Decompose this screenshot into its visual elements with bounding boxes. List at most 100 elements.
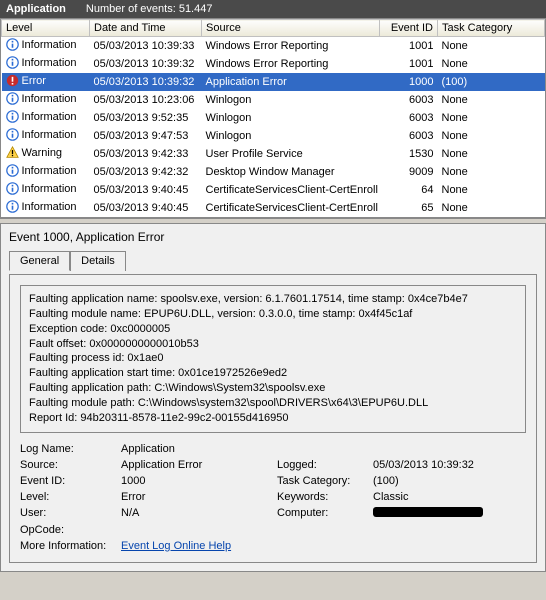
task-cell: None xyxy=(438,163,545,181)
col-level[interactable]: Level xyxy=(2,20,90,37)
event-log-online-help-link[interactable]: Event Log Online Help xyxy=(121,540,231,552)
date-cell: 05/03/2013 10:39:32 xyxy=(90,73,202,91)
date-cell: 05/03/2013 10:39:33 xyxy=(90,37,202,56)
source-value: Application Error xyxy=(121,459,271,471)
message-line: Faulting module path: C:\Windows\system3… xyxy=(29,396,517,411)
task-cell: None xyxy=(438,127,545,145)
message-line: Exception code: 0xc0000005 xyxy=(29,322,517,337)
level-label: Level: xyxy=(20,491,115,503)
event-list: Level Date and Time Source Event ID Task… xyxy=(0,18,546,218)
user-value: N/A xyxy=(121,507,271,520)
level-text: Information xyxy=(22,39,77,51)
error-icon xyxy=(6,74,19,87)
source-cell: Application Error xyxy=(202,73,380,91)
info-icon xyxy=(6,110,19,123)
table-row[interactable]: Error 05/03/2013 10:39:32Application Erro… xyxy=(2,73,545,91)
keywords-value: Classic xyxy=(373,491,526,503)
tab-details[interactable]: Details xyxy=(70,251,126,271)
level-text: Information xyxy=(22,129,77,141)
table-row[interactable]: Information 05/03/2013 10:23:06Winlogon60… xyxy=(2,91,545,109)
source-cell: CertificateServicesClient-CertEnroll xyxy=(202,181,380,199)
info-icon xyxy=(6,182,19,195)
detail-title: Event 1000, Application Error xyxy=(9,230,537,244)
table-row[interactable]: Information 05/03/2013 9:40:45Certificate… xyxy=(2,199,545,217)
eventid-cell: 6003 xyxy=(380,127,438,145)
date-cell: 05/03/2013 9:42:32 xyxy=(90,163,202,181)
logged-value: 05/03/2013 10:39:32 xyxy=(373,459,526,471)
date-cell: 05/03/2013 10:39:32 xyxy=(90,55,202,73)
col-task[interactable]: Task Category xyxy=(438,20,545,37)
tabs: General Details xyxy=(9,250,537,270)
source-cell: Winlogon xyxy=(202,109,380,127)
source-cell: CertificateServicesClient-CertEnroll xyxy=(202,199,380,217)
logged-label: Logged: xyxy=(277,459,367,471)
task-cell: (100) xyxy=(438,73,545,91)
table-row[interactable]: Information 05/03/2013 9:47:53Winlogon600… xyxy=(2,127,545,145)
info-icon xyxy=(6,200,19,213)
level-text: Information xyxy=(22,57,77,69)
log-header: Application Number of events: 51.447 xyxy=(0,0,546,18)
eventid-cell: 6003 xyxy=(380,109,438,127)
info-icon xyxy=(6,56,19,69)
task-cell: None xyxy=(438,199,545,217)
level-text: Information xyxy=(22,93,77,105)
table-row[interactable]: Information05/03/2013 9:40:45Certificate… xyxy=(2,181,545,199)
warning-icon xyxy=(6,146,19,159)
eventid-cell: 6003 xyxy=(380,91,438,109)
level-text: Error xyxy=(22,75,46,87)
source-cell: Winlogon xyxy=(202,127,380,145)
logname-value: Application xyxy=(121,443,271,455)
col-source[interactable]: Source xyxy=(202,20,380,37)
eventid-cell: 1001 xyxy=(380,37,438,56)
computer-value xyxy=(373,507,526,520)
date-cell: 05/03/2013 9:42:33 xyxy=(90,145,202,163)
source-cell: Desktop Window Manager xyxy=(202,163,380,181)
date-cell: 05/03/2013 9:47:53 xyxy=(90,127,202,145)
table-row[interactable]: Information 05/03/2013 9:52:35Winlogon600… xyxy=(2,109,545,127)
source-cell: Windows Error Reporting xyxy=(202,37,380,56)
tab-body-general: Faulting application name: spoolsv.exe, … xyxy=(9,274,537,563)
detail-pane: Event 1000, Application Error General De… xyxy=(0,224,546,572)
info-icon xyxy=(6,128,19,141)
source-cell: Winlogon xyxy=(202,91,380,109)
task-cell: None xyxy=(438,181,545,199)
message-line: Fault offset: 0x0000000000010b53 xyxy=(29,337,517,352)
level-text: Information xyxy=(22,111,77,123)
table-row[interactable]: Information 05/03/2013 9:42:32Desktop Win… xyxy=(2,163,545,181)
source-label: Source: xyxy=(20,459,115,471)
table-row[interactable]: Information05/03/2013 10:39:32Windows Er… xyxy=(2,55,545,73)
task-cell: None xyxy=(438,109,545,127)
eventid-cell: 1001 xyxy=(380,55,438,73)
event-properties: Log Name: Application Source: Applicatio… xyxy=(20,443,526,552)
task-cell: None xyxy=(438,37,545,56)
date-cell: 05/03/2013 9:40:45 xyxy=(90,181,202,199)
level-text: Information xyxy=(22,201,77,213)
level-text: Information xyxy=(22,165,77,177)
taskcat-value: (100) xyxy=(373,475,526,487)
message-line: Faulting module name: EPUP6U.DLL, versio… xyxy=(29,307,517,322)
table-row[interactable]: Warning05/03/2013 9:42:33User Profile Se… xyxy=(2,145,545,163)
date-cell: 05/03/2013 9:52:35 xyxy=(90,109,202,127)
keywords-label: Keywords: xyxy=(277,491,367,503)
eventid-cell: 9009 xyxy=(380,163,438,181)
tab-general[interactable]: General xyxy=(9,251,70,271)
eventid-value: 1000 xyxy=(121,475,271,487)
log-name: Application xyxy=(6,3,66,15)
col-eventid[interactable]: Event ID xyxy=(380,20,438,37)
eventid-cell: 1530 xyxy=(380,145,438,163)
taskcat-label: Task Category: xyxy=(277,475,367,487)
info-icon xyxy=(6,92,19,105)
user-label: User: xyxy=(20,507,115,520)
eventid-cell: 65 xyxy=(380,199,438,217)
date-cell: 05/03/2013 10:23:06 xyxy=(90,91,202,109)
message-line: Faulting application name: spoolsv.exe, … xyxy=(29,292,517,307)
computer-label: Computer: xyxy=(277,507,367,520)
message-line: Faulting process id: 0x1ae0 xyxy=(29,351,517,366)
date-cell: 05/03/2013 9:40:45 xyxy=(90,199,202,217)
message-line: Faulting application path: C:\Windows\Sy… xyxy=(29,381,517,396)
col-date[interactable]: Date and Time xyxy=(90,20,202,37)
eventid-cell: 64 xyxy=(380,181,438,199)
task-cell: None xyxy=(438,55,545,73)
logname-label: Log Name: xyxy=(20,443,115,455)
table-row[interactable]: Information 05/03/2013 10:39:33Windows Er… xyxy=(2,37,545,56)
